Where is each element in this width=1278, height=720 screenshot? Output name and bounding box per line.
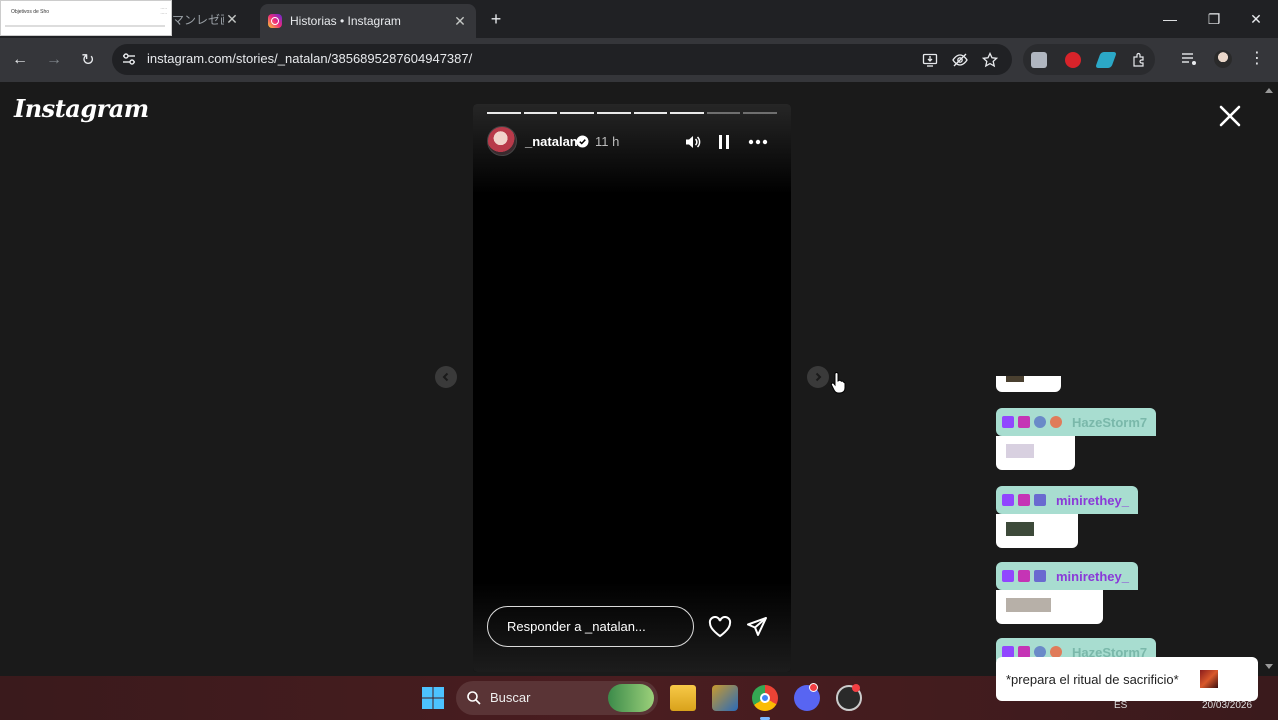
emote-image (1006, 444, 1034, 458)
emote-image (1200, 670, 1218, 688)
media-control-icon[interactable] (1180, 50, 1198, 68)
tab-previous-label: マンレゼ画 (172, 12, 224, 27)
tab-instagram[interactable]: Historias • Instagram ✕ (260, 4, 476, 38)
file-explorer-icon[interactable] (670, 685, 696, 711)
user-badge-icon (1034, 416, 1046, 428)
address-bar[interactable]: instagram.com/stories/_natalan/385689528… (112, 44, 1012, 75)
bookmark-star-icon[interactable] (982, 52, 998, 68)
chat-message: minirethey_ (996, 486, 1138, 548)
thumbnail-title: Objetivos de Sho (11, 9, 50, 15)
discord-icon[interactable] (794, 683, 820, 711)
league-client-icon[interactable] (712, 685, 738, 711)
heart-badge-icon (1018, 494, 1030, 506)
chat-username: minirethey_ (1056, 568, 1129, 584)
sub-badge-icon (1034, 494, 1046, 506)
chrome-icon[interactable] (752, 685, 778, 711)
extension-1-icon[interactable] (1031, 52, 1047, 68)
volume-icon[interactable] (684, 134, 702, 150)
progress-segment (706, 112, 741, 114)
sub-badge-icon (1034, 570, 1046, 582)
instagram-logo[interactable]: Instagram (14, 94, 149, 123)
close-icon[interactable]: ✕ (224, 11, 240, 27)
tab-strip: Objetivos de Sho ·········· マンレゼ画 ✕ Hist… (0, 0, 1278, 38)
install-app-icon[interactable] (922, 52, 938, 68)
url-text: instagram.com/stories/_natalan/385689528… (147, 51, 473, 66)
progress-segment (670, 112, 704, 114)
avatar[interactable] (487, 126, 517, 156)
reply-input[interactable]: Responder a _natalan... (487, 606, 694, 647)
search-highlight-icon (608, 684, 654, 712)
eye-off-icon[interactable] (952, 52, 968, 68)
tab-previous[interactable]: マンレゼ画 ✕ (172, 6, 254, 32)
heart-badge-icon (1018, 416, 1030, 428)
progress-segment (633, 112, 668, 114)
tab-active-label: Historias • Instagram (290, 14, 401, 28)
heart-icon[interactable] (708, 616, 732, 638)
twitch-badge-icon (1002, 494, 1014, 506)
chat-message-text-box: *prepara el ritual de sacrificio* (996, 657, 1258, 701)
progress-segment (743, 112, 777, 114)
send-icon[interactable] (746, 616, 768, 638)
search-icon (467, 691, 481, 705)
emote-image (1006, 522, 1034, 536)
progress-segment (487, 112, 521, 114)
back-arrow-icon[interactable]: ← (8, 48, 32, 72)
extensions-group (1023, 44, 1155, 75)
reload-icon[interactable]: ↻ (76, 48, 100, 72)
forward-arrow-icon[interactable]: → (42, 48, 66, 72)
chevron-left-icon (442, 372, 449, 382)
progress-segment (596, 112, 631, 114)
taskbar-search[interactable]: Buscar (456, 681, 658, 715)
chat-username: HazeStorm7 (1072, 414, 1148, 430)
tab-hover-thumbnail: Objetivos de Sho ····· ····· (0, 0, 172, 36)
obs-icon[interactable] (836, 684, 862, 711)
more-options-icon[interactable] (748, 134, 768, 150)
extension-2-icon[interactable] (1065, 52, 1081, 68)
gift-badge-icon (1050, 416, 1062, 428)
chat-username: minirethey_ (1056, 492, 1129, 508)
chevron-right-icon (815, 372, 822, 382)
story-username[interactable]: _natalan (525, 134, 578, 149)
progress-segment (523, 112, 558, 114)
chat-message: minirethey_ (996, 562, 1138, 624)
instagram-story-page: Instagram _natalan 11 h Responder a _nat… (0, 82, 1278, 676)
emote-image (1006, 598, 1051, 612)
chat-message-text: *prepara el ritual de sacrificio* (1006, 672, 1179, 687)
more-menu-icon[interactable]: ⋮ (1248, 50, 1266, 68)
hand-cursor-icon (830, 372, 846, 394)
clock-date[interactable]: 20/03/2026 (1202, 700, 1252, 711)
puzzle-extensions-icon[interactable] (1131, 52, 1147, 68)
search-label: Buscar (490, 690, 531, 705)
windows-start-icon[interactable] (420, 685, 446, 711)
story-progress-bar (487, 112, 777, 114)
chat-overlay: HazeStorm7 minirethey_ minirethey_ HazeS… (996, 82, 1266, 676)
pause-icon[interactable] (715, 134, 733, 150)
close-icon[interactable]: ✕ (452, 13, 468, 29)
twitch-badge-icon (1002, 570, 1014, 582)
window-close-icon[interactable]: ✕ (1234, 6, 1278, 32)
instagram-favicon-icon (268, 14, 282, 28)
language-indicator[interactable]: ES (1114, 700, 1127, 711)
chat-message: HazeStorm7 (996, 408, 1156, 470)
new-tab-button[interactable]: + (486, 9, 506, 29)
previous-story-button[interactable] (435, 366, 457, 388)
verified-badge-icon (576, 135, 589, 148)
extension-3-icon[interactable] (1095, 52, 1117, 68)
site-settings-icon[interactable] (122, 52, 136, 66)
next-story-button[interactable] (807, 366, 829, 388)
minimize-icon[interactable]: — (1148, 6, 1192, 32)
story-viewer[interactable]: _natalan 11 h Responder a _natalan... (473, 104, 791, 672)
restore-icon[interactable]: ❐ (1192, 6, 1236, 32)
chat-message (996, 376, 1061, 392)
progress-segment (560, 112, 594, 114)
profile-avatar[interactable] (1214, 50, 1232, 68)
browser-toolbar: ← → ↻ instagram.com/stories/_natalan/385… (0, 38, 1278, 82)
twitch-badge-icon (1002, 416, 1014, 428)
story-timestamp: 11 h (595, 134, 620, 149)
heart-badge-icon (1018, 570, 1030, 582)
emote-image (1006, 376, 1024, 382)
